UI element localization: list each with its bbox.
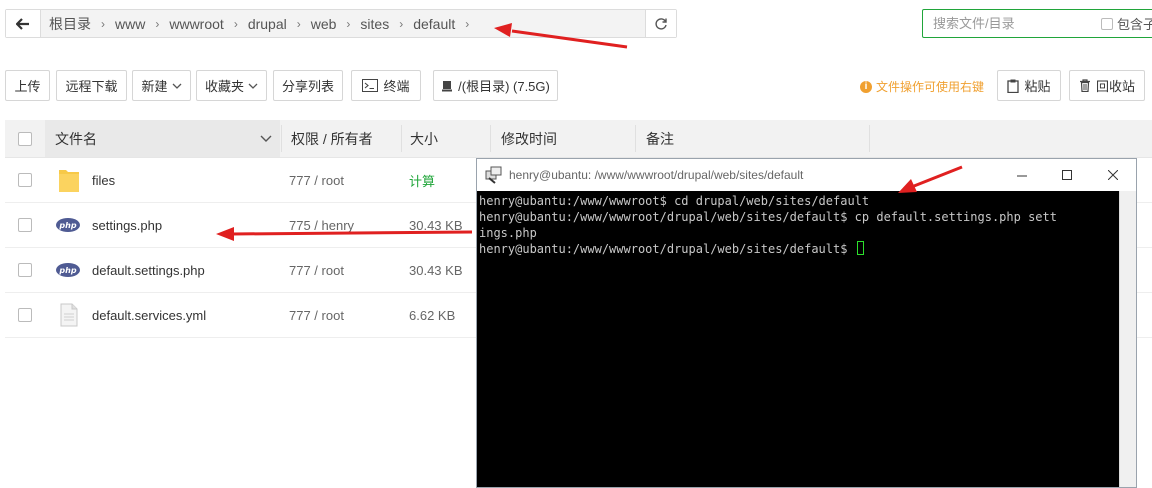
- annotation-arrow: [494, 23, 628, 49]
- annotation-arrow: [898, 165, 963, 193]
- annotation-arrow: [216, 227, 473, 241]
- annotation-arrows: [216, 23, 963, 241]
